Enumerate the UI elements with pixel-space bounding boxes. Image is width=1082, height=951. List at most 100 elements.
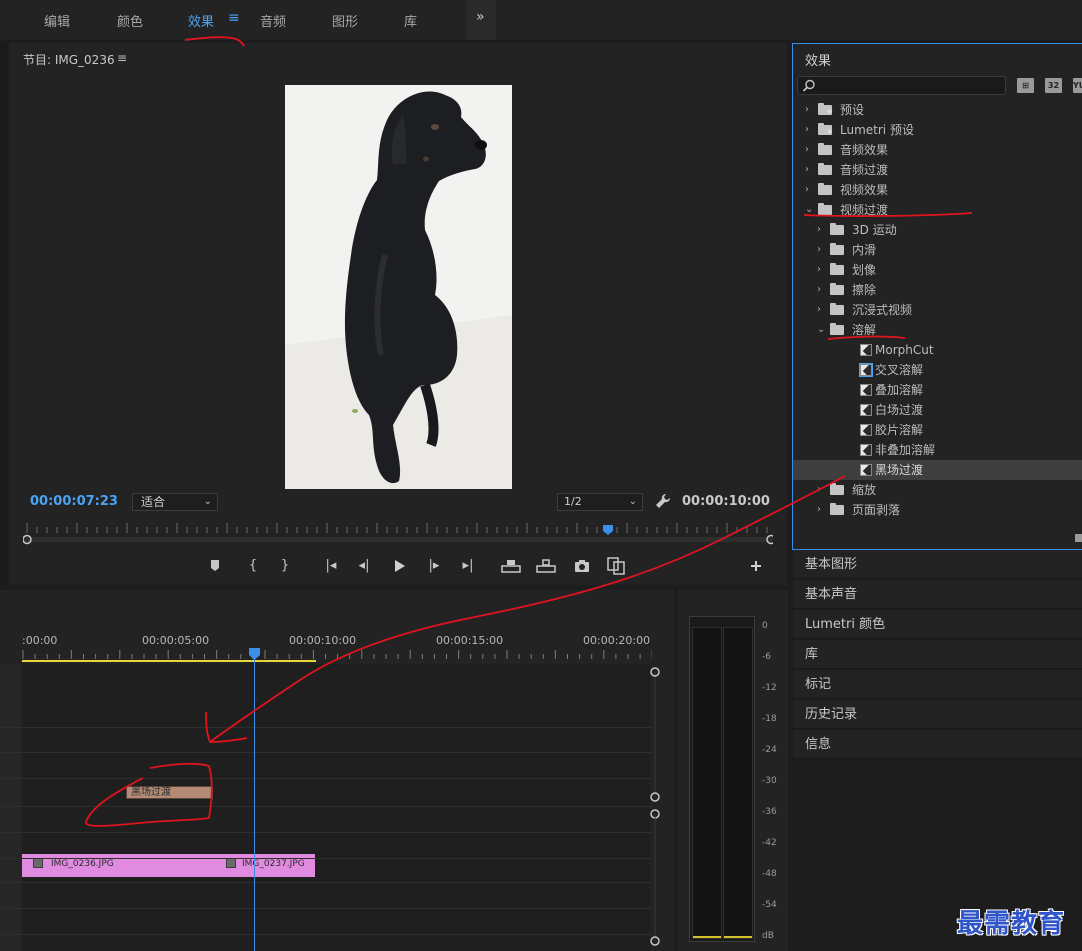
chevron-right-icon[interactable]: › [817,280,827,300]
chevron-right-icon[interactable]: › [805,120,815,140]
effects-search-input[interactable] [797,76,1006,95]
go-to-in-icon[interactable]: |◂ [319,553,343,579]
camera-icon[interactable] [570,553,594,579]
workspace-tab-effects[interactable]: 效果 [188,11,214,30]
effects-tree-item[interactable]: 白场过渡 [793,400,1082,420]
zoom-level-select[interactable]: 适合 ⌄ [132,493,218,511]
chevron-right-icon[interactable]: › [805,140,815,160]
effects-tree-item[interactable]: › 缩放 [793,480,1082,500]
db-label: -18 [762,714,777,724]
effects-tree-label: 擦除 [852,283,877,297]
effects-tree-item[interactable]: 胶片溶解 [793,420,1082,440]
chevron-right-icon[interactable]: › [817,300,827,320]
wrench-icon[interactable] [654,492,672,510]
mark-in-icon[interactable]: { [241,553,265,579]
add-button-icon[interactable] [744,553,768,579]
preset-folder-icon: ★ [818,123,833,136]
effects-tree-item[interactable]: › 内滑 [793,240,1082,260]
chevron-right-icon[interactable]: › [805,160,815,180]
effects-tree-item[interactable]: ⌄ 视频过渡 [793,200,1082,220]
effects-tree-item[interactable]: 非叠加溶解 [793,440,1082,460]
track-divider [0,832,652,833]
side-panel-essential-graphics[interactable]: 基本图形 [793,550,1082,579]
chevron-right-icon[interactable]: › [817,240,827,260]
effects-tree-item[interactable]: MorphCut [793,340,1082,360]
effects-tree-label: 音频过渡 [840,163,889,177]
side-panel-history[interactable]: 历史记录 [793,700,1082,729]
effects-tree-item[interactable]: › 音频过渡 [793,160,1082,180]
effects-tree-item[interactable]: 叠加溶解 [793,380,1082,400]
transition-dip-to-black[interactable]: 黑场过渡 [126,786,213,799]
track-divider [0,858,652,859]
32bit-filter-button[interactable]: 32 [1045,78,1062,93]
chevron-right-icon[interactable]: › [805,100,815,120]
playback-resolution-select[interactable]: 1/2 ⌄ [557,493,643,511]
chevron-right-icon[interactable]: › [817,220,827,240]
workspace-tab-graphics[interactable]: 图形 [332,11,358,30]
dog-image [285,85,512,489]
effects-tree-item[interactable]: › 音频效果 [793,140,1082,160]
side-panel-lumetri-color[interactable]: Lumetri 颜色 [793,610,1082,639]
fx-badge-icon [33,858,43,868]
monitor-left-edge [0,43,7,585]
side-panel-essential-sound[interactable]: 基本声音 [793,580,1082,609]
workspace-tab-libraries[interactable]: 库 [404,11,417,30]
workspace-tab-color[interactable]: 颜色 [117,11,143,30]
effects-tree-item[interactable]: › ★ Lumetri 预设 [793,120,1082,140]
effects-panel-title[interactable]: 效果 [805,50,831,69]
workspace-bar: 编辑 颜色 效果 ≡ 音频 图形 库 » [0,0,1082,40]
yuv-filter-button[interactable]: YUV [1073,78,1082,93]
new-bin-icon[interactable] [1075,534,1082,542]
transition-icon [860,424,872,436]
folder-icon [830,503,844,515]
timeline-ruler[interactable]: :00:00 00:00:05:00 00:00:10:00 00:00:15:… [22,630,652,664]
track-divider [0,908,652,909]
chevron-right-icon[interactable]: › [817,480,827,500]
db-label: -30 [762,776,777,786]
effects-tree-item[interactable]: › 划像 [793,260,1082,280]
chevron-right-icon[interactable]: › [817,500,827,520]
side-panel-info[interactable]: 信息 [793,730,1082,759]
step-forward-icon[interactable]: |▸ [422,553,446,579]
effects-tree-item[interactable]: 交叉溶解 [793,360,1082,380]
side-panel-markers[interactable]: 标记 [793,670,1082,699]
chevron-right-icon[interactable]: › [805,180,815,200]
effects-tree: › ★ 预设 › ★ Lumetri 预设 › 音频效果 › 音频过渡 › 视频效果 ⌄ 视频过渡 › 3D … [793,100,1082,530]
extract-icon[interactable] [534,553,558,579]
effects-tree-item[interactable]: › 擦除 [793,280,1082,300]
workspace-tab-audio[interactable]: 音频 [260,11,286,30]
db-label: -6 [762,652,771,662]
folder-icon [818,143,832,155]
current-timecode[interactable]: 00:00:07:23 [30,494,118,509]
accelerated-effects-filter-icon[interactable]: ⊞ [1017,78,1034,93]
program-monitor-title[interactable]: 节目: IMG_0236 [23,51,115,68]
effects-tree-item[interactable]: › 视频效果 [793,180,1082,200]
effects-tree-item[interactable]: 黑场过渡 [793,460,1082,480]
program-monitor-menu-icon[interactable]: ≡ [117,51,127,65]
effects-tree-item[interactable]: ⌄ 溶解 [793,320,1082,340]
chevron-down-icon[interactable]: ⌄ [805,200,815,220]
effects-tree-item[interactable]: › ★ 预设 [793,100,1082,120]
play-icon[interactable] [387,553,411,579]
timeline-vertical-scrollbar[interactable] [650,664,674,951]
effects-tree-label: 交叉溶解 [875,363,924,377]
workspace-tab-editing[interactable]: 编辑 [44,11,70,30]
workspace-overflow-icon[interactable]: » [476,9,496,31]
program-video-frame [285,85,512,489]
go-to-out-icon[interactable]: ▸| [456,553,480,579]
chevron-down-icon[interactable]: ⌄ [817,320,827,340]
comparison-view-icon[interactable] [604,553,628,579]
marker-icon[interactable] [203,553,227,579]
effects-tree-item[interactable]: › 3D 运动 [793,220,1082,240]
transition-icon [860,444,872,456]
lift-icon[interactable] [499,553,523,579]
monitor-time-ruler[interactable] [23,521,773,547]
mark-out-icon[interactable]: } [273,553,297,579]
chevron-right-icon[interactable]: › [817,260,827,280]
effects-tree-item[interactable]: › 页面剥落 [793,500,1082,520]
side-panel-libraries[interactable]: 库 [793,640,1082,669]
effects-tree-item[interactable]: › 沉浸式视频 [793,300,1082,320]
step-back-icon[interactable]: ◂| [352,553,376,579]
workspace-menu-icon[interactable]: ≡ [228,10,240,26]
transition-icon [859,363,873,377]
